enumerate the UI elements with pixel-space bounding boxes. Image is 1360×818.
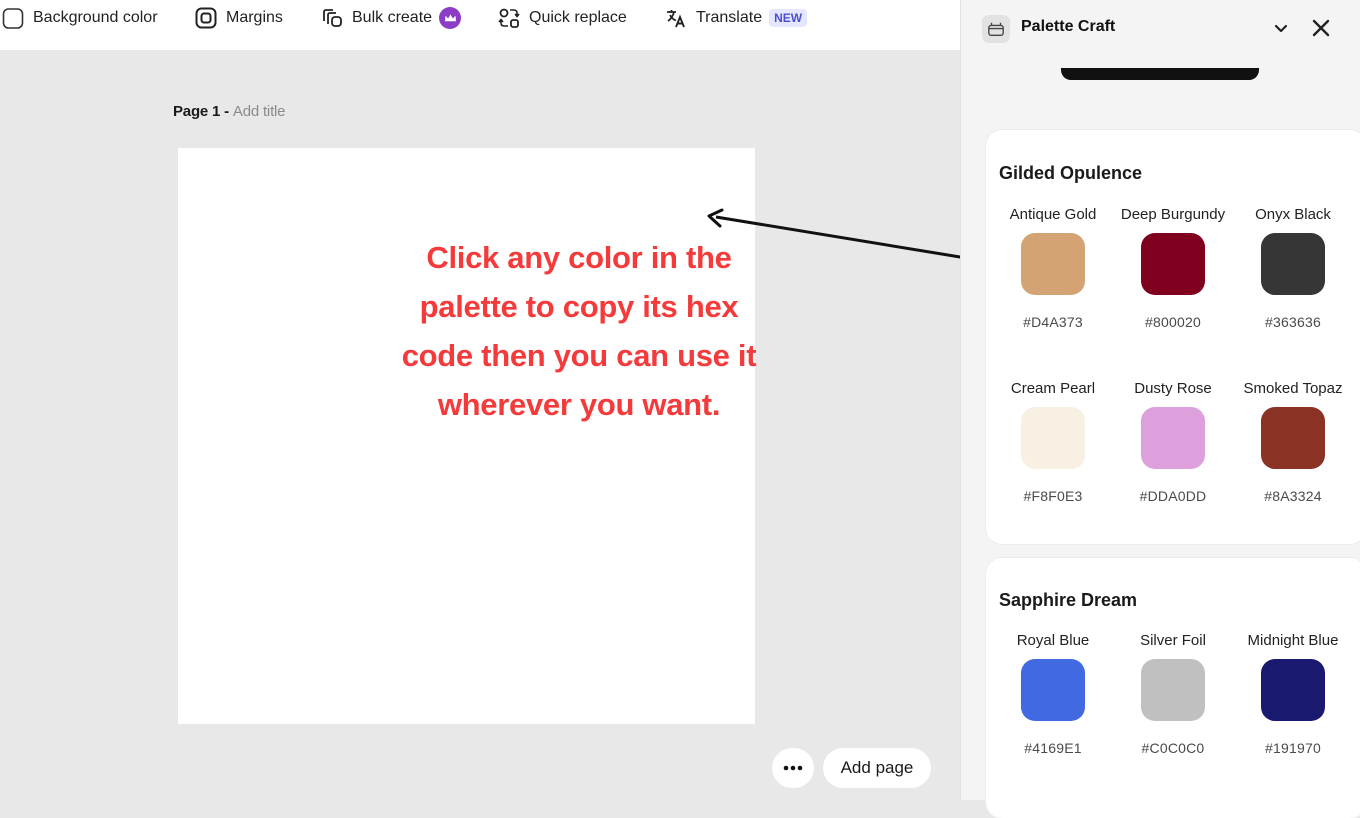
color-item[interactable]: Antique Gold #D4A373 xyxy=(993,206,1113,376)
bulk-create-label: Bulk create xyxy=(352,9,433,26)
palette-craft-panel: Palette Craft Gilded Opulence Antique Go… xyxy=(960,0,1360,818)
color-swatch[interactable] xyxy=(1021,659,1085,721)
palette-name: Sapphire Dream xyxy=(999,590,1138,610)
color-item[interactable]: Silver Foil #C0C0C0 xyxy=(1113,632,1233,802)
translate-label: Translate xyxy=(696,9,763,26)
collapse-panel-button[interactable] xyxy=(1269,16,1293,40)
quick-replace-label: Quick replace xyxy=(529,9,627,26)
color-name: Antique Gold xyxy=(1009,206,1097,223)
color-item[interactable]: Midnight Blue #191970 xyxy=(1233,632,1353,802)
color-name: Midnight Blue xyxy=(1247,632,1339,649)
background-color-label: Background color xyxy=(33,9,158,26)
color-hex: #363636 xyxy=(1265,314,1321,330)
more-dots-icon xyxy=(783,765,803,771)
quick-replace-icon xyxy=(498,7,520,29)
quick-replace-button[interactable]: Quick replace xyxy=(498,0,627,36)
color-name: Silver Foil xyxy=(1140,632,1206,649)
panel-title: Palette Craft xyxy=(1021,18,1116,35)
annotation-line: code then you can use it xyxy=(401,338,757,373)
annotation-line: palette to copy its hex xyxy=(419,289,739,324)
color-hex: #800020 xyxy=(1145,314,1201,330)
palette-name: Gilded Opulence xyxy=(999,163,1143,183)
previous-item-bottom-edge xyxy=(1061,68,1259,80)
color-hex: #C0C0C0 xyxy=(1141,740,1205,756)
margins-label: Margins xyxy=(226,9,283,26)
panel-header: Palette Craft xyxy=(961,0,1360,56)
color-name: Onyx Black xyxy=(1255,206,1331,223)
color-name: Deep Burgundy xyxy=(1120,206,1226,223)
color-swatch[interactable] xyxy=(1261,233,1325,295)
new-badge: NEW xyxy=(769,9,808,27)
color-name: Smoked Topaz xyxy=(1243,380,1343,397)
color-swatch[interactable] xyxy=(1261,659,1325,721)
background-color-button[interactable]: Background color xyxy=(2,0,158,36)
color-hex: #F8F0E3 xyxy=(1023,488,1083,504)
color-name: Cream Pearl xyxy=(1010,380,1096,397)
translate-button[interactable]: Translate NEW xyxy=(665,0,808,36)
add-page-button[interactable]: Add page xyxy=(823,748,931,788)
color-item[interactable]: Smoked Topaz #8A3324 xyxy=(1233,380,1353,550)
palette-card-gilded-opulence: Gilded Opulence Antique Gold #D4A373 Dee… xyxy=(986,130,1360,544)
color-item[interactable]: Dusty Rose #DDA0DD xyxy=(1113,380,1233,550)
bulk-create-button[interactable]: Bulk create xyxy=(321,0,462,36)
page-title: Page 1 - Add title xyxy=(173,103,286,120)
color-item[interactable]: Onyx Black #363636 xyxy=(1233,206,1353,376)
margins-button[interactable]: Margins xyxy=(195,0,283,36)
color-swatch[interactable] xyxy=(1141,407,1205,469)
page-number-label: Page 1 - xyxy=(173,103,233,120)
add-title-link[interactable]: Add title xyxy=(233,103,286,120)
color-swatch[interactable] xyxy=(1141,233,1205,295)
color-item[interactable]: Royal Blue #4169E1 xyxy=(993,632,1113,802)
color-swatch[interactable] xyxy=(1141,659,1205,721)
premium-crown-icon xyxy=(439,7,462,29)
color-hex: #191970 xyxy=(1265,740,1321,756)
color-hex: #DDA0DD xyxy=(1139,488,1207,504)
color-hex: #8A3324 xyxy=(1264,488,1322,504)
top-toolbar: Background color Margins Bulk create Qui… xyxy=(0,0,960,50)
more-options-button[interactable] xyxy=(772,748,814,788)
annotation-line: Click any color in the xyxy=(426,240,732,275)
translate-icon xyxy=(665,7,687,29)
color-hex: #4169E1 xyxy=(1024,740,1082,756)
checkbox-icon xyxy=(2,7,24,29)
close-panel-button[interactable] xyxy=(1309,16,1333,40)
color-hex: #D4A373 xyxy=(1023,314,1083,330)
color-item[interactable]: Deep Burgundy #800020 xyxy=(1113,206,1233,376)
instruction-annotation: Click any color in the palette to copy i… xyxy=(372,233,786,429)
palette-card-sapphire-dream: Sapphire Dream Royal Blue #4169E1 Silver… xyxy=(986,558,1360,818)
color-swatch[interactable] xyxy=(1261,407,1325,469)
margins-icon xyxy=(195,7,217,29)
color-item[interactable]: Cream Pearl #F8F0E3 xyxy=(993,380,1113,550)
color-name: Royal Blue xyxy=(1016,632,1090,649)
color-swatch[interactable] xyxy=(1021,233,1085,295)
color-name: Dusty Rose xyxy=(1134,380,1212,397)
chevron-down-icon xyxy=(1274,24,1288,33)
bulk-create-icon xyxy=(321,7,343,29)
annotation-line: wherever you want. xyxy=(437,387,721,422)
close-icon xyxy=(1312,19,1330,37)
color-swatch[interactable] xyxy=(1021,407,1085,469)
addon-app-icon xyxy=(982,15,1010,43)
